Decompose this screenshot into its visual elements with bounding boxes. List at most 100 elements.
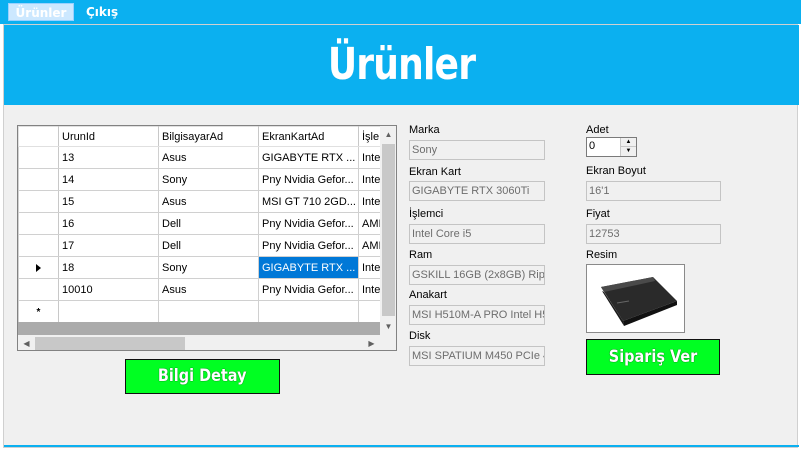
cell-ekrankartad[interactable]: Pny Nvidia Gefor... <box>258 234 359 257</box>
cell-urunid[interactable]: 18 <box>58 256 159 279</box>
adet-value[interactable]: 0 <box>589 140 595 152</box>
cell-urunid[interactable]: 15 <box>58 190 159 213</box>
ram-label: Ram <box>409 249 433 261</box>
cell-bilgisayarad[interactable]: Dell <box>158 212 259 235</box>
marka-label: Marka <box>409 124 440 136</box>
stepper-buttons: ▲ ▼ <box>620 138 636 156</box>
scroll-up-icon[interactable]: ▲ <box>380 126 396 143</box>
fiyat-field[interactable]: 12753 <box>586 224 721 244</box>
header-banner: Ürünler <box>4 25 799 105</box>
cell-urunid[interactable]: 13 <box>58 146 159 169</box>
cell-urunid[interactable]: 14 <box>58 168 159 191</box>
current-row-arrow-icon <box>36 263 41 272</box>
siparis-ver-label: Sipariş Ver <box>608 347 698 367</box>
table-row[interactable]: 10010 Asus Pny Nvidia Gefor... Inte <box>18 278 380 301</box>
scroll-left-icon[interactable]: ◀ <box>18 335 35 350</box>
marka-field[interactable]: Sony <box>409 140 545 160</box>
new-row-marker: * <box>36 306 41 318</box>
row-header[interactable] <box>18 278 59 301</box>
column-header-islemci[interactable]: İşle <box>358 126 380 147</box>
cell-bilgisayarad[interactable] <box>158 300 259 322</box>
table-header-row: UrunId BilgisayarAd EkranKartAd İşle <box>18 126 380 147</box>
cell-islemci[interactable]: AMI <box>358 234 380 257</box>
adet-stepper[interactable]: 0 ▲ ▼ <box>586 137 637 157</box>
row-header[interactable] <box>18 168 59 191</box>
row-header[interactable] <box>18 212 59 235</box>
cell-bilgisayarad[interactable]: Asus <box>158 146 259 169</box>
anakart-field[interactable]: MSI H510M-A PRO Intel H5 <box>409 305 545 325</box>
cell-islemci[interactable]: AMI <box>358 212 380 235</box>
column-header-urunid[interactable]: UrunId <box>58 126 159 147</box>
row-header[interactable] <box>18 234 59 257</box>
cell-ekrankartad[interactable]: Pny Nvidia Gefor... <box>258 168 359 191</box>
resim-label: Resim <box>586 249 618 261</box>
siparis-ver-button[interactable]: Sipariş Ver <box>586 339 720 375</box>
column-header-bilgisayarad[interactable]: BilgisayarAd <box>158 126 259 147</box>
ekran-boyut-field[interactable]: 16'1 <box>586 181 721 201</box>
bilgi-detay-label: Bilgi Detay <box>158 366 247 386</box>
cell-bilgisayarad[interactable]: Sony <box>158 168 259 191</box>
row-header[interactable] <box>18 190 59 213</box>
islemci-field[interactable]: Intel Core i5 <box>409 224 545 244</box>
cell-urunid[interactable] <box>58 300 159 322</box>
disk-label: Disk <box>409 330 431 342</box>
laptop-image <box>601 277 677 326</box>
cell-islemci[interactable]: Inte <box>358 256 380 279</box>
stepper-down-icon[interactable]: ▼ <box>621 147 636 156</box>
horizontal-scroll-thumb[interactable] <box>35 337 185 350</box>
disk-field[interactable]: MSI SPATIUM M450 PCIe 4 <box>409 346 545 366</box>
cell-ekrankartad[interactable] <box>258 300 359 322</box>
table-row[interactable]: 16 Dell Pny Nvidia Gefor... AMI <box>18 212 380 235</box>
column-header-ekrankartad[interactable]: EkranKartAd <box>258 126 359 147</box>
horizontal-scrollbar[interactable]: ◀ ▶ <box>18 335 380 350</box>
adet-label: Adet <box>586 124 609 136</box>
cell-urunid[interactable]: 10010 <box>58 278 159 301</box>
row-header[interactable]: * <box>18 300 59 322</box>
islemci-label: İşlemci <box>409 208 444 220</box>
scroll-down-icon[interactable]: ▼ <box>380 318 396 335</box>
cell-ekrankartad[interactable]: GIGABYTE RTX ... <box>258 146 359 169</box>
ram-field[interactable]: GSKILL 16GB (2x8GB) Ripj <box>409 265 545 285</box>
cell-ekrankartad[interactable]: MSI GT 710 2GD... <box>258 190 359 213</box>
table-row[interactable]: 17 Dell Pny Nvidia Gefor... AMI <box>18 234 380 257</box>
row-header[interactable] <box>18 256 59 279</box>
row-header[interactable] <box>18 146 59 169</box>
cell-urunid[interactable]: 16 <box>58 212 159 235</box>
product-image <box>586 264 685 333</box>
cell-ekrankartad[interactable]: Pny Nvidia Gefor... <box>258 212 359 235</box>
cell-ekrankartad[interactable]: Pny Nvidia Gefor... <box>258 278 359 301</box>
table-row[interactable]: 15 Asus MSI GT 710 2GD... Inte <box>18 190 380 213</box>
vertical-scrollbar[interactable]: ▲ ▼ <box>380 126 396 335</box>
menu-item-cikis[interactable]: Çıkış <box>82 3 122 21</box>
grid-viewport: UrunId BilgisayarAd EkranKartAd İşle 13 … <box>18 126 380 322</box>
scroll-right-icon[interactable]: ▶ <box>363 335 380 350</box>
table-row-selected[interactable]: 18 Sony GIGABYTE RTX ... Inte <box>18 256 380 279</box>
ekran-kart-field[interactable]: GIGABYTE RTX 3060Ti <box>409 181 545 201</box>
stepper-up-icon[interactable]: ▲ <box>621 138 636 147</box>
cell-islemci[interactable]: Inte <box>358 190 380 213</box>
cell-bilgisayarad[interactable]: Asus <box>158 190 259 213</box>
table-row[interactable]: 14 Sony Pny Nvidia Gefor... Inte <box>18 168 380 191</box>
vertical-scroll-thumb[interactable] <box>382 144 395 316</box>
fiyat-label: Fiyat <box>586 208 610 220</box>
table-row-new[interactable]: * <box>18 300 380 322</box>
cell-islemci[interactable]: Inte <box>358 278 380 301</box>
products-window: Ürünler UrunId BilgisayarAd EkranKartAd … <box>3 24 799 448</box>
row-header-corner[interactable] <box>18 126 59 147</box>
cell-bilgisayarad[interactable]: Asus <box>158 278 259 301</box>
cell-ekrankartad-selected[interactable]: GIGABYTE RTX ... <box>258 256 359 279</box>
cell-bilgisayarad[interactable]: Sony <box>158 256 259 279</box>
ekran-kart-label: Ekran Kart <box>409 166 461 178</box>
cell-islemci[interactable]: Inte <box>358 146 380 169</box>
menu-bar: Ürünler Çıkış <box>0 0 801 24</box>
table-row[interactable]: 13 Asus GIGABYTE RTX ... Inte <box>18 146 380 169</box>
cell-islemci[interactable] <box>358 300 380 322</box>
bilgi-detay-button[interactable]: Bilgi Detay <box>125 359 280 394</box>
products-grid[interactable]: UrunId BilgisayarAd EkranKartAd İşle 13 … <box>17 125 397 351</box>
cell-islemci[interactable]: Inte <box>358 168 380 191</box>
menu-item-urunler[interactable]: Ürünler <box>8 3 74 21</box>
cell-urunid[interactable]: 17 <box>58 234 159 257</box>
products-table: UrunId BilgisayarAd EkranKartAd İşle 13 … <box>18 126 380 322</box>
ekran-boyut-label: Ekran Boyut <box>586 165 646 177</box>
cell-bilgisayarad[interactable]: Dell <box>158 234 259 257</box>
